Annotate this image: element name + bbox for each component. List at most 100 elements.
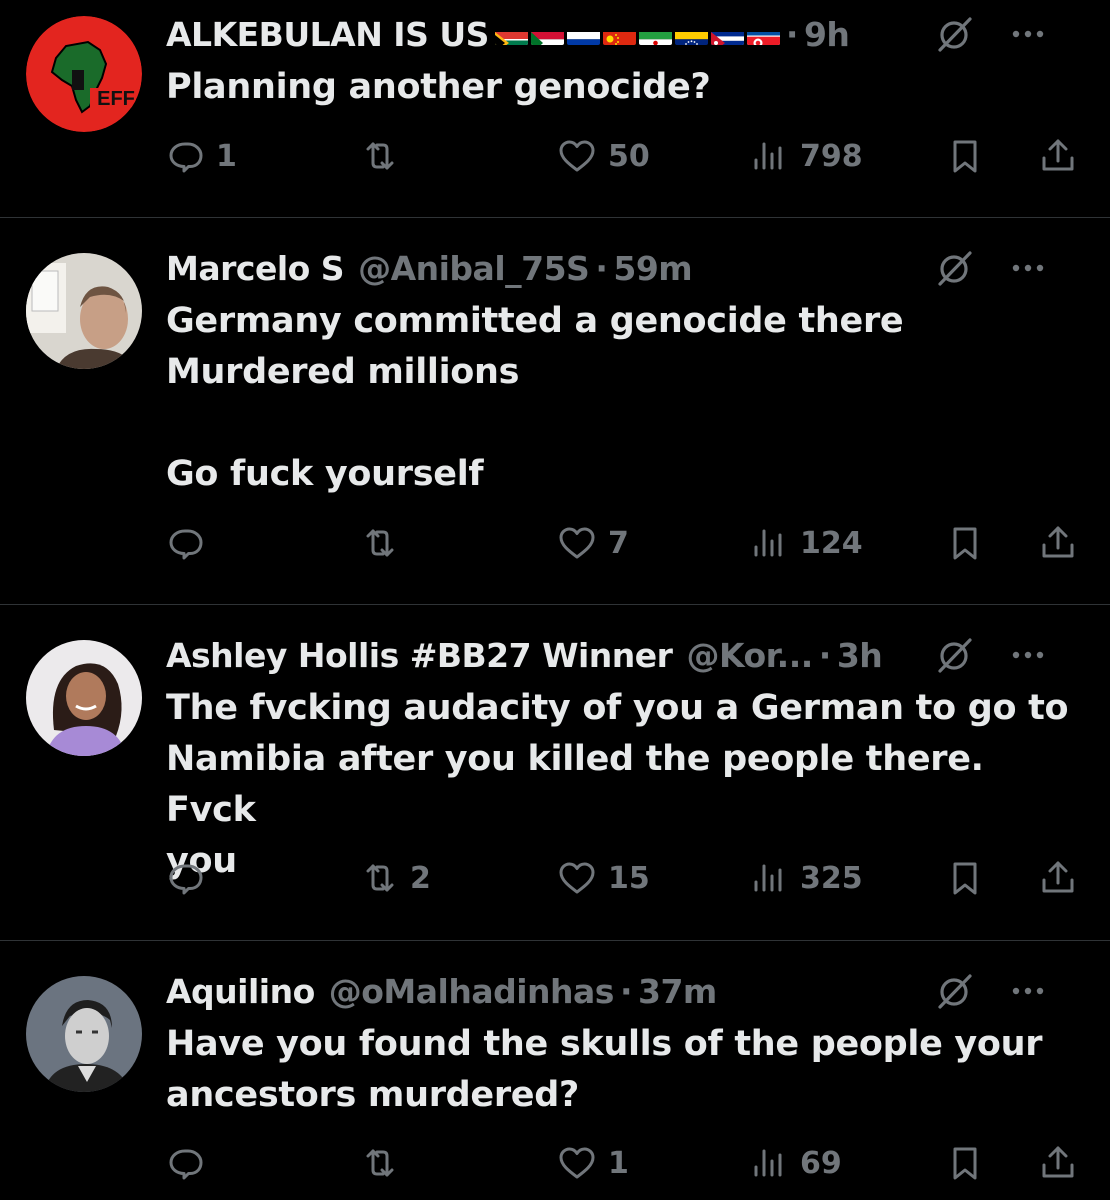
more-options-icon[interactable] <box>1006 12 1050 56</box>
views-button[interactable]: 124 <box>750 518 863 568</box>
handle[interactable]: @Kor... <box>686 636 813 675</box>
avatar-eff[interactable]: EFF <box>26 16 142 132</box>
like-button[interactable]: 1 <box>556 1138 629 1188</box>
timestamp[interactable]: 3h <box>837 636 883 675</box>
view-count: 325 <box>800 860 863 896</box>
display-name[interactable]: Ashley Hollis #BB27 Winner <box>166 636 673 675</box>
share-button[interactable] <box>1038 518 1078 568</box>
bookmark-icon <box>953 140 977 173</box>
handle[interactable]: @oMalhadinhas <box>329 972 615 1011</box>
timestamp[interactable]: 9h <box>804 15 850 54</box>
like-icon <box>559 862 595 894</box>
bookmark-button[interactable] <box>945 131 985 181</box>
more-options-icon[interactable] <box>1006 633 1050 677</box>
reply-count: 1 <box>216 138 237 174</box>
timestamp[interactable]: 59m <box>613 249 692 288</box>
view-count: 124 <box>800 525 863 561</box>
like-button[interactable]: 15 <box>556 853 650 903</box>
separator-dot: · <box>619 971 633 1011</box>
like-count: 1 <box>608 1145 629 1181</box>
repost-button[interactable] <box>360 131 410 181</box>
like-icon <box>559 1147 595 1179</box>
reply-button[interactable] <box>166 1138 216 1188</box>
reply-icon <box>169 142 203 173</box>
display-name[interactable]: Aquilino <box>166 972 315 1011</box>
reply-icon <box>169 529 203 560</box>
views-icon <box>754 142 782 170</box>
venezuela-flag-icon <box>674 23 708 45</box>
tweet-text: Germany committed a genocide there Murde… <box>166 301 904 494</box>
tweet-4[interactable]: Aquilino @oMalhadinhas · 37m Have you fo… <box>0 941 1110 1200</box>
views-button[interactable]: 325 <box>750 853 863 903</box>
display-name[interactable]: Marcelo S <box>166 249 345 288</box>
avatar-aquilino[interactable] <box>26 976 142 1092</box>
share-button[interactable] <box>1038 131 1078 181</box>
separator-dot: · <box>818 635 832 675</box>
share-button[interactable] <box>1038 853 1078 903</box>
reply-button[interactable] <box>166 853 216 903</box>
tweet-3[interactable]: Ashley Hollis #BB27 Winner @Kor... · 3h … <box>0 605 1110 940</box>
like-button[interactable]: 7 <box>556 518 629 568</box>
repost-icon <box>366 1149 394 1177</box>
flag-emojis <box>494 23 780 45</box>
bookmark-button[interactable] <box>945 518 985 568</box>
like-count: 50 <box>608 138 650 174</box>
tweet-text: Have you found the skulls of the people … <box>166 1024 1043 1115</box>
south-africa-flag-icon <box>494 23 528 45</box>
reply-button[interactable]: 1 <box>166 131 237 181</box>
reply-button[interactable] <box>166 518 216 568</box>
avatar-marcelo[interactable] <box>26 253 142 369</box>
tweet-text: Planning another genocide? <box>166 67 711 107</box>
iran-flag-icon <box>638 23 672 45</box>
views-button[interactable]: 69 <box>750 1138 842 1188</box>
russia-flag-icon <box>566 23 600 45</box>
grok-icon[interactable] <box>932 246 976 290</box>
china-flag-icon <box>602 23 636 45</box>
share-icon <box>1042 139 1074 171</box>
repost-icon <box>366 864 394 892</box>
like-icon <box>559 140 595 172</box>
like-count: 15 <box>608 860 650 896</box>
reply-icon <box>169 864 203 895</box>
separator-dot: · <box>595 248 608 288</box>
share-icon <box>1042 861 1074 893</box>
timestamp[interactable]: 37m <box>638 972 717 1011</box>
views-icon <box>754 864 782 892</box>
repost-button[interactable] <box>360 518 410 568</box>
like-button[interactable]: 50 <box>556 131 650 181</box>
views-button[interactable]: 798 <box>750 131 863 181</box>
reply-icon <box>169 1149 203 1180</box>
share-icon <box>1042 1146 1074 1178</box>
more-options-icon[interactable] <box>1006 246 1050 290</box>
like-icon <box>559 527 595 559</box>
display-name[interactable]: ALKEBULAN IS US <box>166 15 489 54</box>
share-icon <box>1042 526 1074 558</box>
bookmark-icon <box>953 527 977 560</box>
tweet-2[interactable]: Marcelo S @Anibal_75S · 59m Germany comm… <box>0 218 1110 604</box>
bookmark-icon <box>953 862 977 895</box>
bookmark-icon <box>953 1147 977 1180</box>
sudan-flag-icon <box>530 23 564 45</box>
handle[interactable]: @Anibal_75S <box>358 249 590 288</box>
views-icon <box>754 1149 782 1177</box>
separator-dot: · <box>785 14 799 54</box>
grok-icon[interactable] <box>932 969 976 1013</box>
view-count: 69 <box>800 1145 842 1181</box>
avatar-label: EFF <box>97 88 135 110</box>
view-count: 798 <box>800 138 863 174</box>
grok-icon[interactable] <box>932 633 976 677</box>
share-button[interactable] <box>1038 1138 1078 1188</box>
repost-count: 2 <box>410 860 431 896</box>
bookmark-button[interactable] <box>945 853 985 903</box>
north-korea-flag-icon <box>746 23 780 45</box>
repost-button[interactable]: 2 <box>360 853 431 903</box>
avatar-ashley[interactable] <box>26 640 142 756</box>
repost-icon <box>366 529 394 557</box>
grok-icon[interactable] <box>932 12 976 56</box>
more-options-icon[interactable] <box>1006 969 1050 1013</box>
cuba-flag-icon <box>710 23 744 45</box>
repost-button[interactable] <box>360 1138 410 1188</box>
bookmark-button[interactable] <box>945 1138 985 1188</box>
tweet-1[interactable]: EFF ALKEBULAN IS US · 9h Planning anothe… <box>0 0 1110 217</box>
views-icon <box>754 529 782 557</box>
